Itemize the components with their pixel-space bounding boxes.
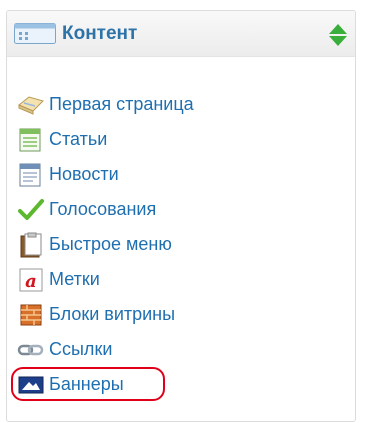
menu-item-tags-link[interactable]: Метки [49,269,100,290]
menu-item-polls-link[interactable]: Голосования [49,199,156,220]
menu-item-polls[interactable]: Голосования [7,192,355,227]
showcase-blocks-icon [17,301,45,329]
menu-item-articles-link[interactable]: Статьи [49,129,107,150]
home-page-icon [17,91,45,119]
panel-header: Контент [7,11,355,57]
content-menu: Первая страница Статьи Новости Голосован… [7,57,355,402]
svg-text:a: a [25,271,37,292]
menu-item-links-link[interactable]: Ссылки [49,339,112,360]
menu-item-banners[interactable]: Баннеры [7,367,355,402]
links-icon [17,336,45,364]
menu-item-tags[interactable]: a Метки [7,262,355,297]
menu-item-quick-menu-link[interactable]: Быстрое меню [49,234,172,255]
news-icon [17,161,45,189]
menu-item-showcase-blocks-link[interactable]: Блоки витрины [49,304,175,325]
articles-icon [17,126,45,154]
menu-item-news[interactable]: Новости [7,157,355,192]
menu-item-news-link[interactable]: Новости [49,164,119,185]
menu-item-home-page-link[interactable]: Первая страница [49,94,194,115]
menu-item-links[interactable]: Ссылки [7,332,355,367]
menu-item-showcase-blocks[interactable]: Блоки витрины [7,297,355,332]
menu-item-quick-menu[interactable]: Быстрое меню [7,227,355,262]
menu-item-home-page[interactable]: Первая страница [7,87,355,122]
window-icon [14,23,56,44]
panel-title: Контент [62,22,138,44]
menu-item-articles[interactable]: Статьи [7,122,355,157]
sort-arrows-icon[interactable] [329,24,347,46]
content-panel: Контент Первая страница Статьи Новости Г… [6,10,356,422]
checkmark-icon [17,196,45,224]
highlight-circle [11,367,165,401]
tags-icon: a [17,266,45,294]
quick-menu-icon [17,231,45,259]
